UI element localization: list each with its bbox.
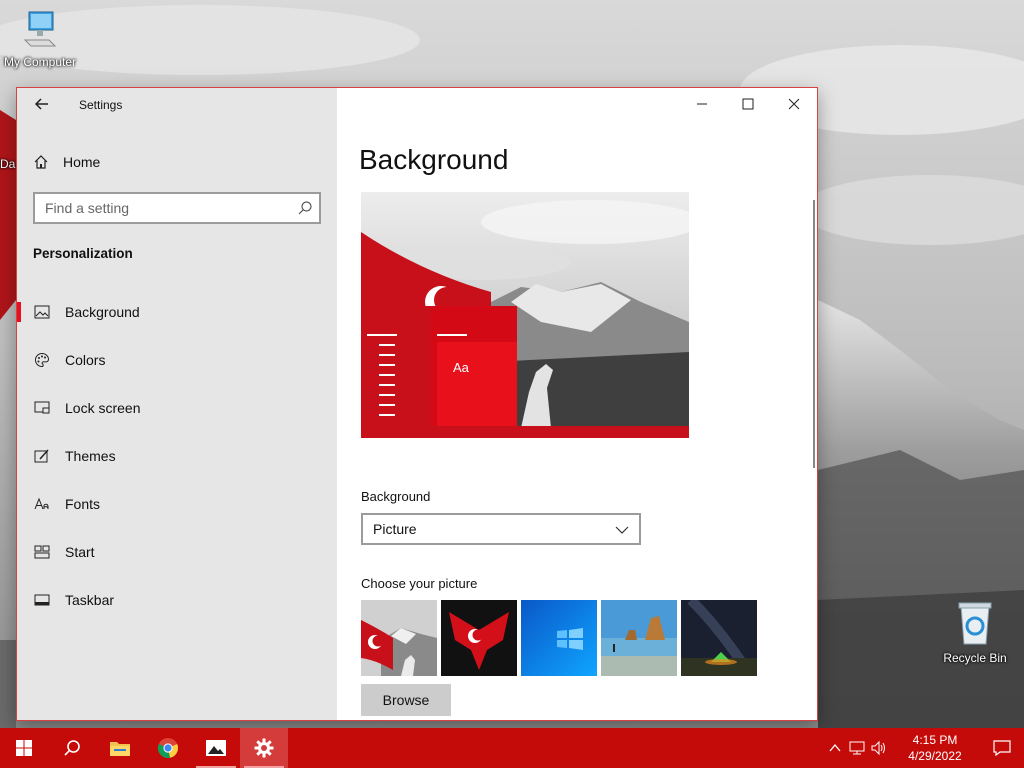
clock[interactable]: 4:15 PM 4/29/2022 — [890, 732, 980, 764]
thumbnail-flag-wings[interactable] — [441, 600, 517, 676]
thumbnail-windows-blue[interactable] — [521, 600, 597, 676]
maximize-icon — [742, 98, 754, 110]
nav-label: Colors — [65, 352, 106, 368]
scrollbar[interactable] — [813, 200, 815, 468]
clock-date: 4/29/2022 — [908, 749, 962, 763]
nav-label: Taskbar — [65, 592, 115, 608]
nav-label: Background — [65, 304, 140, 320]
nav-label: Start — [65, 544, 95, 560]
windows-logo-icon — [16, 740, 32, 756]
browse-button[interactable]: Browse — [361, 684, 451, 716]
home-icon — [34, 155, 48, 169]
volume-button[interactable] — [868, 728, 890, 768]
personalization-nav: Background Colors Lock screen Themes Fon… — [17, 288, 337, 624]
file-explorer-icon — [110, 742, 130, 756]
settings-gear-icon — [254, 738, 274, 758]
title-bar[interactable]: Settings — [17, 88, 337, 122]
close-icon — [788, 98, 800, 110]
page-title: Background — [359, 144, 509, 175]
background-preview: Aa — [361, 192, 689, 438]
action-center-button[interactable] — [980, 728, 1024, 768]
home-nav-item[interactable]: Home — [33, 150, 323, 174]
taskbar-icon — [33, 591, 51, 609]
minimize-button[interactable] — [679, 88, 725, 120]
home-label: Home — [63, 154, 101, 170]
section-heading: Personalization — [33, 246, 133, 261]
palette-icon — [33, 351, 51, 369]
themes-icon — [33, 447, 51, 465]
file-explorer-button[interactable] — [96, 728, 144, 768]
network-button[interactable] — [846, 728, 868, 768]
start-button[interactable] — [0, 728, 48, 768]
show-hidden-icons-button[interactable] — [824, 728, 846, 768]
taskbar: 4:15 PM 4/29/2022 — [0, 728, 1024, 768]
picture-thumbnails — [361, 600, 757, 676]
speaker-icon — [871, 741, 885, 755]
settings-sidebar: Settings Home Personalization Background — [17, 88, 337, 720]
app-title: Settings — [79, 98, 123, 112]
nav-label: Lock screen — [65, 400, 141, 416]
start-layout-icon — [33, 543, 51, 561]
chevron-down-icon — [615, 526, 629, 534]
minimize-icon — [697, 103, 707, 105]
lock-screen-icon — [33, 399, 51, 417]
nav-item-lock-screen[interactable]: Lock screen — [17, 384, 337, 432]
nav-item-background[interactable]: Background — [17, 288, 337, 336]
thumbnail-night-tent[interactable] — [681, 600, 757, 676]
search-box[interactable] — [33, 192, 321, 224]
chrome-button[interactable] — [144, 728, 192, 768]
photos-icon — [206, 740, 226, 756]
nav-label: Themes — [65, 448, 116, 464]
chrome-icon — [157, 738, 179, 759]
thumbnail-flag-wolf[interactable] — [361, 600, 437, 676]
fonts-icon — [33, 495, 51, 513]
close-button[interactable] — [771, 88, 817, 120]
settings-taskbar-button[interactable] — [240, 728, 288, 768]
nav-item-colors[interactable]: Colors — [17, 336, 337, 384]
nav-label: Fonts — [65, 496, 101, 512]
dropdown-value: Picture — [373, 521, 417, 537]
back-button[interactable] — [33, 96, 51, 114]
choose-picture-label: Choose your picture — [361, 576, 478, 591]
desktop-icon-my-computer[interactable]: My Computer — [0, 10, 80, 69]
network-icon — [849, 741, 865, 755]
settings-window: Settings Home Personalization Background — [16, 87, 818, 721]
maximize-button[interactable] — [725, 88, 771, 120]
computer-icon — [23, 11, 57, 47]
back-arrow-icon — [34, 98, 48, 110]
notification-icon — [993, 740, 1011, 756]
search-icon — [64, 740, 80, 756]
nav-item-taskbar[interactable]: Taskbar — [17, 576, 337, 624]
nav-item-themes[interactable]: Themes — [17, 432, 337, 480]
chevron-up-icon — [829, 743, 841, 752]
desktop-icon-label: Recycle Bin — [943, 651, 1007, 665]
search-input[interactable] — [35, 194, 285, 222]
settings-content: Background Aa Background Picture Choose … — [337, 88, 817, 720]
svg-text:Aa: Aa — [453, 360, 470, 375]
search-button[interactable] — [48, 728, 96, 768]
background-field-label: Background — [361, 489, 431, 504]
system-tray: 4:15 PM 4/29/2022 — [824, 728, 1024, 768]
thumbnail-beach-rocks[interactable] — [601, 600, 677, 676]
clock-time: 4:15 PM — [912, 733, 958, 747]
photos-button[interactable] — [192, 728, 240, 768]
background-type-dropdown[interactable]: Picture — [361, 513, 641, 545]
search-icon — [298, 201, 312, 215]
nav-item-fonts[interactable]: Fonts — [17, 480, 337, 528]
desktop-icon-label: My Computer — [3, 55, 77, 69]
desktop-icon-recycle-bin[interactable]: Recycle Bin — [935, 600, 1015, 665]
picture-icon — [33, 303, 51, 321]
nav-item-start[interactable]: Start — [17, 528, 337, 576]
recycle-bin-icon — [958, 602, 992, 645]
